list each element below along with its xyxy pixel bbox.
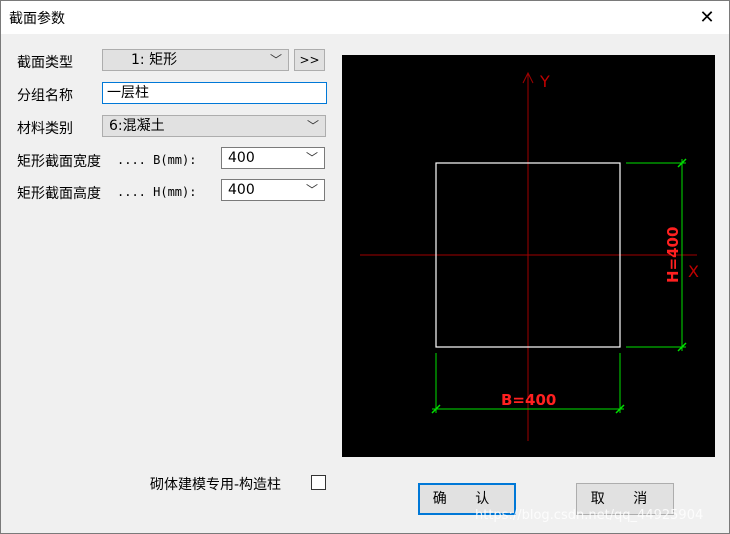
chevron-down-icon: ﹀ bbox=[269, 53, 282, 67]
watermark-text: https://blog.csdn.net/qq_44925904 bbox=[475, 508, 704, 523]
width-label: 矩形截面宽度 bbox=[17, 154, 101, 170]
section-type-label: 截面类型 bbox=[17, 55, 73, 71]
section-parameters-dialog: 截面参数 ✕ 截面类型 1: 矩形 ﹀ >> 分组名称 一层柱 材料类别 6:混… bbox=[0, 0, 730, 534]
chevron-down-icon: ﹀ bbox=[306, 119, 319, 133]
height-unit-label: .... H(mm): bbox=[117, 185, 197, 199]
window-title: 截面参数 bbox=[9, 11, 65, 27]
section-preview: Y X H=400 B=400 bbox=[342, 55, 715, 457]
width-unit-label: .... B(mm): bbox=[117, 153, 197, 167]
material-label: 材料类别 bbox=[17, 121, 73, 137]
x-axis-label: X bbox=[688, 262, 699, 281]
material-value: 6:混凝土 bbox=[109, 118, 165, 134]
section-type-value: 1: 矩形 bbox=[131, 52, 178, 68]
width-value: 400 bbox=[228, 150, 255, 166]
chevron-down-icon: ﹀ bbox=[305, 183, 318, 197]
close-icon[interactable]: ✕ bbox=[685, 1, 729, 34]
group-name-label: 分组名称 bbox=[17, 88, 73, 104]
b-dimension-text: B=400 bbox=[501, 391, 556, 409]
width-select[interactable]: 400 ﹀ bbox=[221, 147, 325, 169]
section-type-select[interactable]: 1: 矩形 ﹀ bbox=[102, 49, 289, 71]
masonry-checkbox-label: 砌体建模专用-构造柱 bbox=[150, 477, 282, 493]
group-name-input[interactable]: 一层柱 bbox=[102, 82, 327, 104]
more-button[interactable]: >> bbox=[294, 49, 325, 71]
h-dimension-text: H=400 bbox=[664, 227, 682, 283]
y-axis-label: Y bbox=[539, 72, 550, 91]
masonry-checkbox[interactable] bbox=[311, 475, 326, 490]
height-select[interactable]: 400 ﹀ bbox=[221, 179, 325, 201]
chevron-down-icon: ﹀ bbox=[305, 151, 318, 165]
height-label: 矩形截面高度 bbox=[17, 186, 101, 202]
material-select[interactable]: 6:混凝土 ﹀ bbox=[102, 115, 326, 137]
title-bar: 截面参数 ✕ bbox=[1, 1, 729, 34]
section-preview-drawing: Y X H=400 B=400 bbox=[360, 71, 699, 441]
height-value: 400 bbox=[228, 182, 255, 198]
